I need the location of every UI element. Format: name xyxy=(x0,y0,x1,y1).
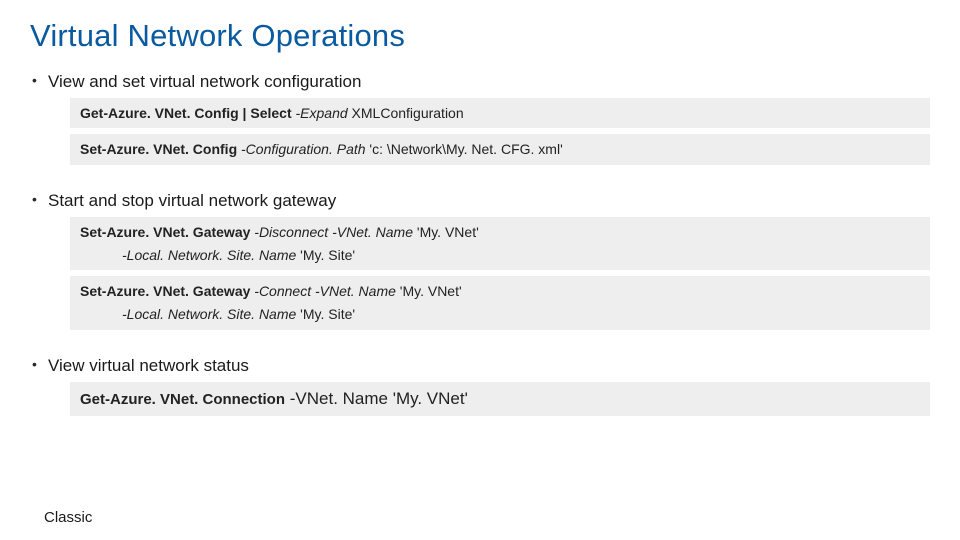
code-param: -Local. Network. Site. Name xyxy=(122,247,296,263)
page-title: Virtual Network Operations xyxy=(30,18,930,54)
code-block: Get-Azure. VNet. Connection -VNet. Name … xyxy=(70,382,930,417)
bullet-item: View virtual network status Get-Azure. V… xyxy=(30,356,930,417)
bullet-item: Start and stop virtual network gateway S… xyxy=(30,191,930,330)
bullet-list: View and set virtual network configurati… xyxy=(30,72,930,416)
code-arg: 'My. VNet' xyxy=(413,224,479,240)
code-param: -Local. Network. Site. Name xyxy=(122,306,296,322)
code-param: -Connect -VNet. Name xyxy=(250,283,396,299)
code-block: Set-Azure. VNet. Gateway -Disconnect -VN… xyxy=(70,217,930,271)
bullet-label: View virtual network status xyxy=(48,356,249,375)
code-arg: 'My. VNet' xyxy=(396,283,462,299)
code-param: -Disconnect -VNet. Name xyxy=(250,224,413,240)
code-arg: 'c: \Network\My. Net. CFG. xml' xyxy=(366,141,563,157)
code-cmd: Get-Azure. VNet. Connection xyxy=(80,391,285,408)
code-cmd: Get-Azure. VNet. Config | Select xyxy=(80,105,292,121)
bullet-item: View and set virtual network configurati… xyxy=(30,72,930,165)
code-param: -Expand xyxy=(292,105,348,121)
bullet-label: View and set virtual network configurati… xyxy=(48,72,361,91)
code-param: -Configuration. Path xyxy=(237,141,365,157)
code-block: Get-Azure. VNet. Config | Select -Expand… xyxy=(70,98,930,128)
code-cmd: Set-Azure. VNet. Gateway xyxy=(80,283,250,299)
code-cmd: Set-Azure. VNet. Gateway xyxy=(80,224,250,240)
code-arg: 'My. Site' xyxy=(296,247,355,263)
code-arg: 'My. VNet' xyxy=(393,389,468,408)
code-arg: XMLConfiguration xyxy=(348,105,464,121)
code-block: Set-Azure. VNet. Config -Configuration. … xyxy=(70,134,930,164)
code-cmd: Set-Azure. VNet. Config xyxy=(80,141,237,157)
code-param: -VNet. Name xyxy=(285,389,393,408)
code-block: Set-Azure. VNet. Gateway -Connect -VNet.… xyxy=(70,276,930,330)
slide: Virtual Network Operations View and set … xyxy=(0,0,960,540)
footer-label: Classic xyxy=(44,509,92,526)
bullet-label: Start and stop virtual network gateway xyxy=(48,191,336,210)
code-arg: 'My. Site' xyxy=(296,306,355,322)
